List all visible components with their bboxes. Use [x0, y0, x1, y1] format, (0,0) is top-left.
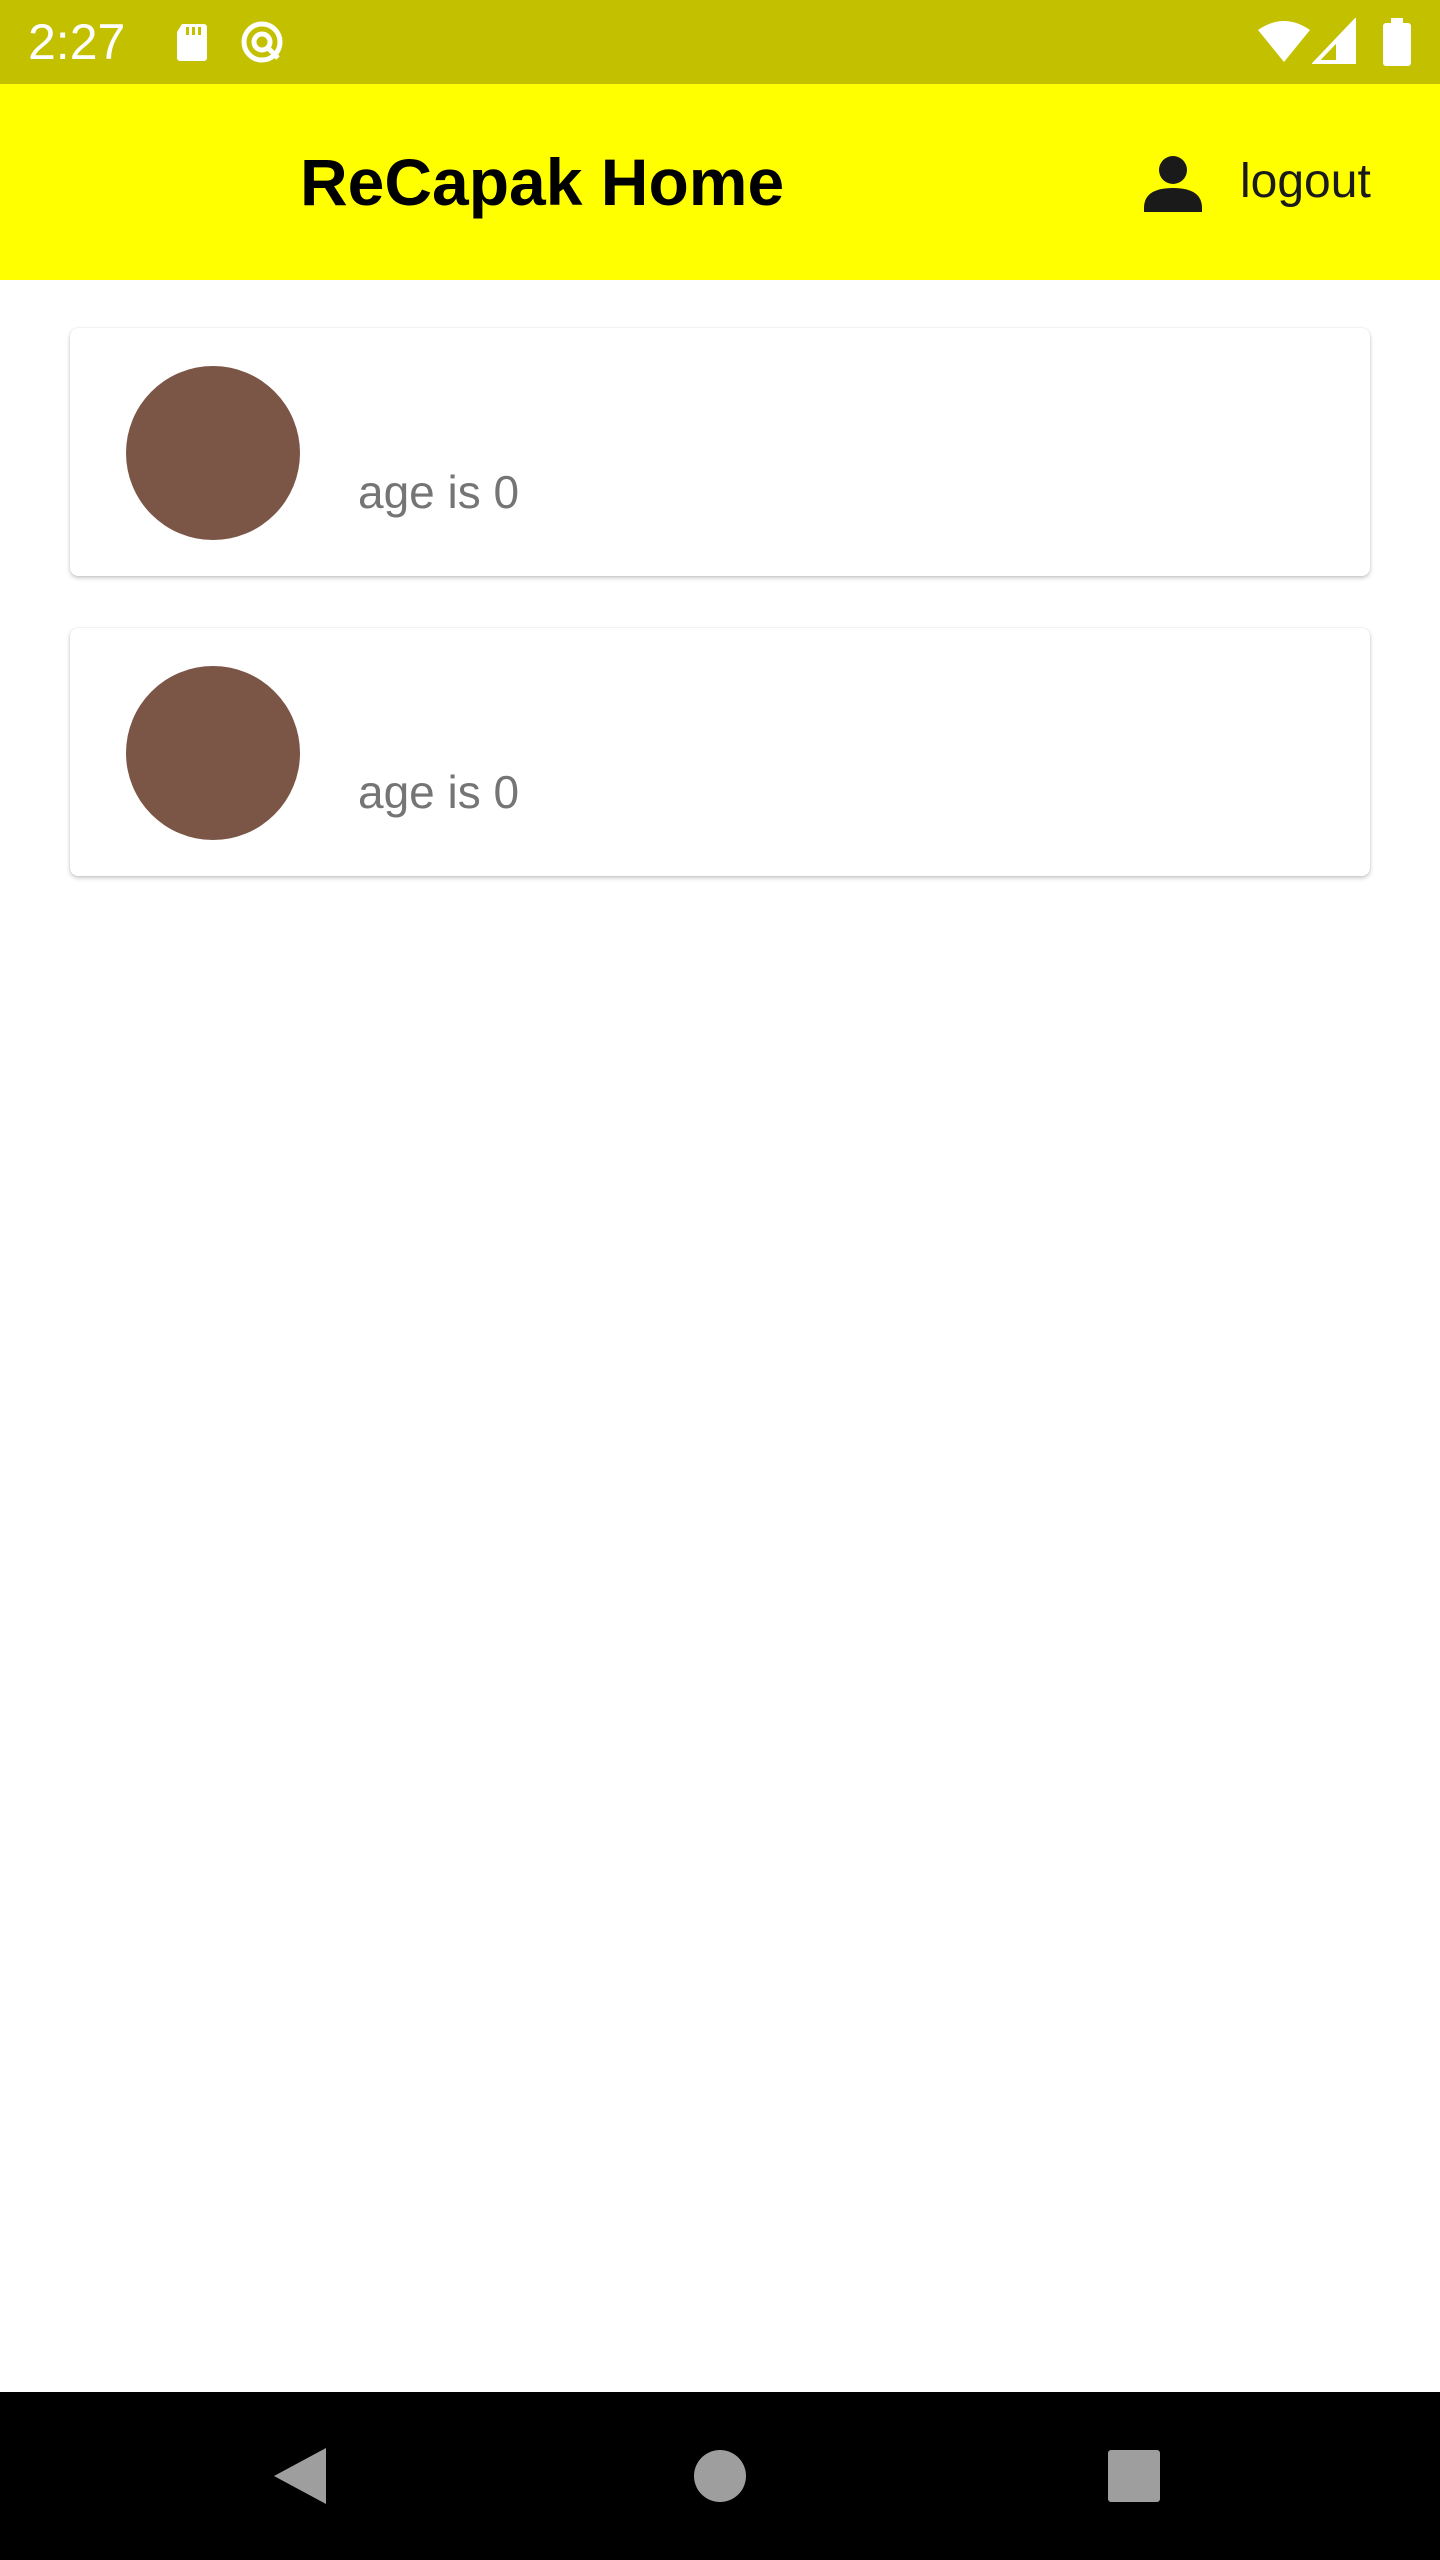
- back-icon[interactable]: [256, 2432, 344, 2520]
- list-item[interactable]: age is 0: [70, 328, 1370, 576]
- sync-icon: [241, 21, 283, 63]
- list-item[interactable]: age is 0: [70, 628, 1370, 876]
- cell-signal-icon: [1312, 18, 1356, 64]
- account-button[interactable]: [1130, 142, 1216, 222]
- item-subtitle: age is 0: [358, 466, 520, 518]
- app-bar: ReCapak Home logout: [0, 84, 1440, 280]
- sd-card-icon: [177, 24, 207, 61]
- status-bar: 2:27: [0, 0, 1440, 84]
- navigation-bar: [0, 2392, 1440, 2560]
- item-subtitle: age is 0: [358, 766, 520, 818]
- page-title: ReCapak Home: [300, 145, 785, 219]
- status-time: 2:27: [28, 14, 126, 70]
- home-icon[interactable]: [676, 2432, 764, 2520]
- avatar: [126, 366, 300, 540]
- account-icon: [1144, 156, 1202, 212]
- recents-icon[interactable]: [1090, 2432, 1178, 2520]
- battery-icon: [1383, 18, 1411, 66]
- logout-button[interactable]: logout: [1232, 142, 1387, 222]
- wifi-icon: [1258, 21, 1310, 62]
- avatar: [126, 666, 300, 840]
